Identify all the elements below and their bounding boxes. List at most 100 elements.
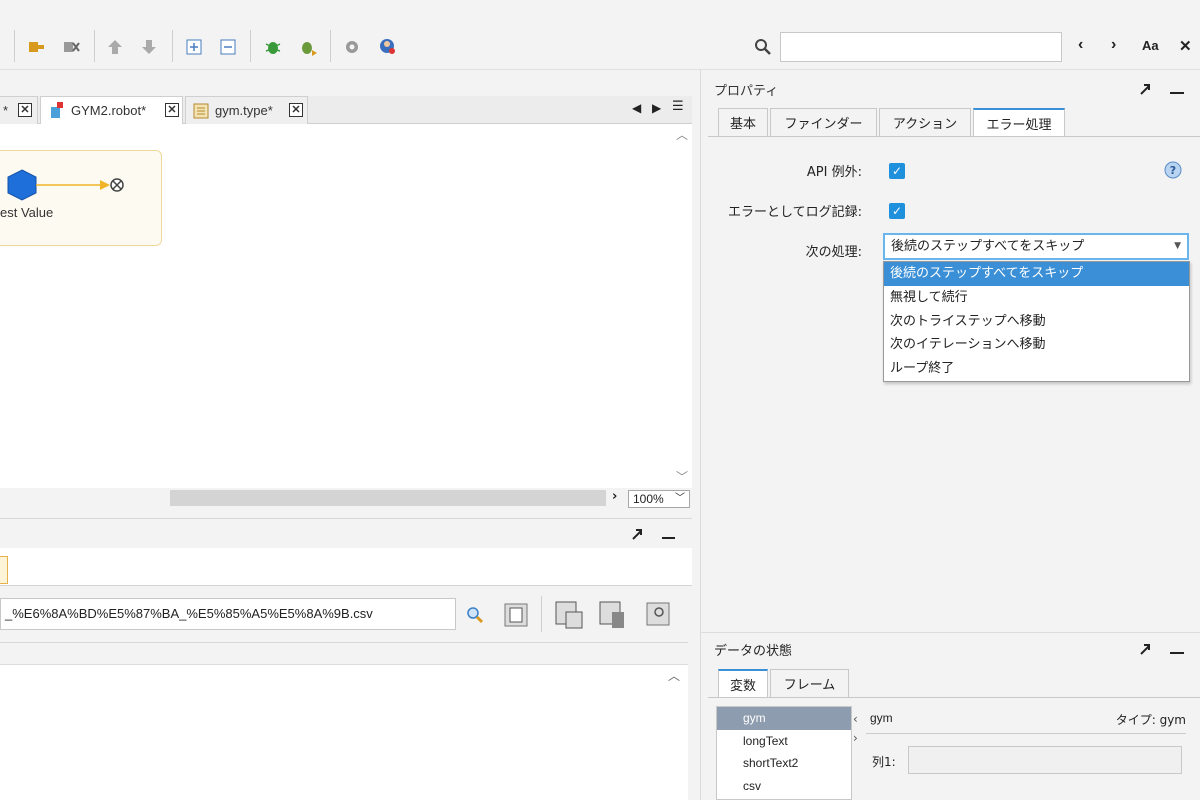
search-icon bbox=[752, 36, 774, 58]
file-content-header bbox=[0, 643, 688, 665]
editor-tab-gym2-robot[interactable]: GYM2.robot* ✕ bbox=[40, 96, 183, 124]
tab-basic[interactable]: 基本 bbox=[718, 108, 768, 136]
step-hexagon-icon[interactable] bbox=[7, 169, 37, 201]
log-as-error-checkbox[interactable]: ✓ bbox=[889, 203, 905, 219]
editor-tab-label: GYM2.robot* bbox=[71, 103, 147, 118]
divider bbox=[866, 733, 1186, 734]
bottom-panel-active-tab[interactable] bbox=[0, 556, 8, 584]
scroll-up-icon[interactable]: ︿ bbox=[668, 667, 680, 684]
toolbar-separator bbox=[14, 30, 15, 62]
delete-file-icon[interactable] bbox=[598, 600, 628, 634]
next-action-select[interactable]: 後続のステップすべてをスキップ ▼ bbox=[883, 233, 1189, 260]
expand-icon[interactable] bbox=[183, 36, 205, 58]
log-as-error-label: エラーとしてログ記録: bbox=[728, 205, 862, 220]
user-icon[interactable] bbox=[376, 36, 398, 58]
zoom-value: 100% bbox=[633, 492, 664, 506]
move-up-icon[interactable] bbox=[104, 36, 126, 58]
match-case-button[interactable]: Aa bbox=[1142, 38, 1159, 53]
close-icon[interactable]: ✕ bbox=[18, 103, 32, 117]
collapse-icon[interactable] bbox=[217, 36, 239, 58]
save-file-icon[interactable] bbox=[554, 600, 584, 634]
variable-detail-name: gym bbox=[870, 711, 893, 725]
move-down-icon[interactable] bbox=[138, 36, 160, 58]
dropdown-option[interactable]: 次のトライステップへ移動 bbox=[884, 310, 1189, 334]
list-item[interactable]: csv bbox=[717, 775, 851, 798]
insert-step-icon[interactable] bbox=[25, 36, 47, 58]
chevron-down-icon: ﹀ bbox=[675, 493, 685, 504]
next-action-dropdown: 後続のステップすべてをスキップ 無視して続行 次のトライステップへ移動 次のイテ… bbox=[883, 261, 1190, 382]
scroll-up-icon[interactable]: ︿ bbox=[676, 126, 688, 143]
close-search-button[interactable]: ✕ bbox=[1179, 37, 1192, 55]
browse-search-icon[interactable] bbox=[465, 605, 485, 629]
minimize-icon[interactable] bbox=[662, 525, 675, 539]
toolbar-separator bbox=[541, 596, 542, 632]
dropdown-option[interactable]: ループ終了 bbox=[884, 357, 1189, 381]
dropdown-option[interactable]: 無視して続行 bbox=[884, 286, 1189, 310]
horizontal-scroll-thumb[interactable] bbox=[170, 490, 606, 506]
debug-step-icon[interactable] bbox=[297, 36, 319, 58]
toolbar-separator bbox=[250, 30, 251, 62]
toolbar-separator bbox=[330, 30, 331, 62]
step-node-graphic[interactable] bbox=[0, 168, 130, 208]
minimize-icon[interactable] bbox=[1170, 80, 1184, 94]
bottom-panel-tabstrip bbox=[0, 548, 692, 586]
tab-frames[interactable]: フレーム bbox=[770, 669, 849, 697]
maximize-icon[interactable] bbox=[630, 527, 644, 545]
file-path-field[interactable]: _%E6%8A%BD%E5%87%BA_%E5%85%A5%E5%8A%9B.c… bbox=[0, 598, 456, 630]
api-exception-checkbox[interactable]: ✓ bbox=[889, 163, 905, 179]
column-1-label: 列1: bbox=[872, 755, 896, 769]
maximize-icon[interactable] bbox=[1138, 642, 1152, 660]
search-input[interactable] bbox=[780, 32, 1062, 62]
api-exception-label: API 例外: bbox=[806, 165, 862, 180]
next-action-label: 次の処理: bbox=[805, 245, 862, 260]
find-next-button[interactable]: › bbox=[1111, 36, 1116, 54]
open-file-icon[interactable] bbox=[503, 602, 529, 632]
collapse-left-icon[interactable]: ‹ bbox=[853, 712, 858, 726]
close-icon[interactable]: ✕ bbox=[165, 103, 179, 117]
dropdown-option[interactable]: 次のイテレーションへ移動 bbox=[884, 333, 1189, 357]
editor-tab-label: * bbox=[3, 103, 9, 118]
list-item[interactable]: longText bbox=[717, 730, 851, 753]
expand-right-icon[interactable]: › bbox=[853, 731, 858, 745]
canvas-vertical-scrollbar[interactable]: ︿ ﹀ bbox=[672, 124, 692, 488]
next-action-value: 後続のステップすべてをスキップ bbox=[891, 239, 1085, 254]
tab-list-icon[interactable]: ☰ bbox=[672, 99, 684, 114]
zoom-select[interactable]: 100% ﹀ bbox=[628, 490, 690, 508]
file-content-list[interactable]: ︿ bbox=[0, 642, 688, 800]
tab-error-handling[interactable]: エラー処理 bbox=[973, 108, 1065, 136]
maximize-icon[interactable] bbox=[1138, 82, 1152, 100]
tab-scroll-right-icon[interactable]: ▶ bbox=[652, 101, 661, 115]
remove-step-icon[interactable] bbox=[60, 36, 82, 58]
help-icon[interactable]: ? bbox=[1164, 161, 1182, 183]
bottom-panel-header bbox=[0, 518, 692, 548]
tab-action[interactable]: アクション bbox=[879, 108, 971, 136]
tab-variables[interactable]: 変数 bbox=[718, 669, 768, 697]
scroll-down-icon[interactable]: ﹀ bbox=[676, 468, 688, 485]
step-node-label: est Value bbox=[0, 205, 54, 220]
variable-list[interactable]: gym longText shortText2 csv bbox=[716, 706, 852, 800]
robot-flow-canvas[interactable]: est Value bbox=[0, 124, 672, 488]
toolbar-separator bbox=[94, 30, 95, 62]
tab-underline bbox=[708, 697, 1200, 698]
list-item[interactable]: gym bbox=[717, 707, 851, 730]
toolbar-separator bbox=[172, 30, 173, 62]
debug-icon[interactable] bbox=[262, 36, 284, 58]
scroll-right-icon[interactable]: › bbox=[612, 489, 617, 504]
properties-title: プロパティ bbox=[714, 83, 779, 98]
data-state-title: データの状態 bbox=[714, 644, 793, 659]
tab-finder[interactable]: ファインダー bbox=[770, 108, 877, 136]
dropdown-option[interactable]: 後続のステップすべてをスキップ bbox=[884, 262, 1189, 286]
editor-tab-hidden[interactable]: * ✕ bbox=[0, 96, 38, 124]
editor-tab-bar: * ✕ GYM2.robot* ✕ gym.type* ✕ ◀ ▶ ☰ bbox=[0, 96, 692, 124]
column-1-field[interactable] bbox=[908, 746, 1182, 774]
flow-arrow-icon bbox=[100, 180, 110, 190]
settings-icon[interactable] bbox=[341, 36, 363, 58]
preview-file-icon[interactable] bbox=[645, 601, 671, 631]
minimize-icon[interactable] bbox=[1170, 640, 1184, 654]
list-item[interactable]: shortText2 bbox=[717, 752, 851, 775]
close-icon[interactable]: ✕ bbox=[289, 103, 303, 117]
tab-scroll-left-icon[interactable]: ◀ bbox=[632, 101, 641, 115]
find-previous-button[interactable]: ‹ bbox=[1078, 36, 1083, 54]
editor-tab-gym-type[interactable]: gym.type* ✕ bbox=[185, 96, 308, 124]
main-toolbar: ‹ › Aa ✕ bbox=[0, 0, 1200, 70]
